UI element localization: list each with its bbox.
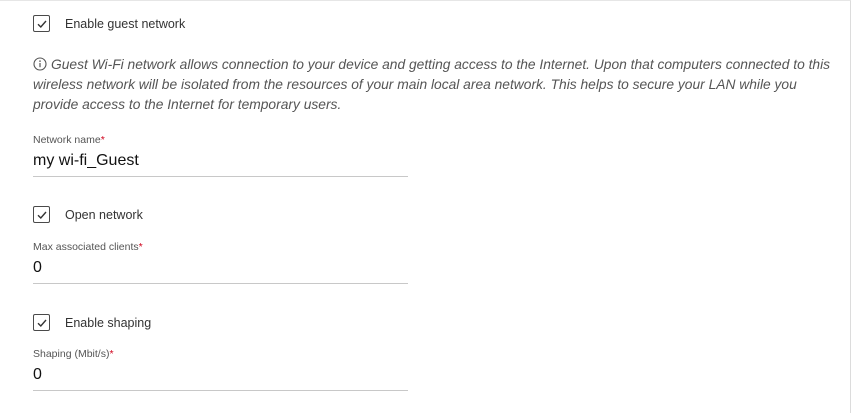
network-name-label: Network name*	[33, 134, 105, 146]
check-icon	[37, 20, 47, 28]
max-clients-field: Max associated clients*	[33, 241, 408, 284]
info-icon	[33, 57, 47, 71]
enable-shaping-checkbox[interactable]	[33, 314, 50, 331]
required-mark: *	[100, 134, 105, 146]
guest-network-info: Guest Wi-Fi network allows connection to…	[33, 55, 833, 115]
check-icon	[37, 211, 47, 219]
max-clients-label: Max associated clients*	[33, 241, 143, 253]
required-mark: *	[109, 348, 114, 360]
shaping-input[interactable]	[33, 366, 408, 391]
max-clients-input[interactable]	[33, 259, 408, 284]
enable-guest-network-row[interactable]: Enable guest network	[33, 15, 185, 32]
check-icon	[37, 319, 47, 327]
network-name-input[interactable]	[33, 152, 408, 177]
enable-guest-network-label: Enable guest network	[65, 16, 186, 31]
network-name-field: Network name*	[33, 134, 408, 177]
shaping-label: Shaping (Mbit/s)*	[33, 348, 114, 360]
guest-network-info-text: Guest Wi-Fi network allows connection to…	[33, 57, 831, 112]
shaping-field: Shaping (Mbit/s)*	[33, 348, 408, 391]
enable-shaping-row[interactable]: Enable shaping	[33, 314, 151, 331]
guest-network-settings-panel: Enable guest network Guest Wi-Fi network…	[0, 0, 851, 413]
enable-guest-network-checkbox[interactable]	[33, 15, 50, 32]
enable-shaping-label: Enable shaping	[65, 315, 152, 330]
open-network-label: Open network	[65, 207, 143, 222]
open-network-row[interactable]: Open network	[33, 206, 143, 223]
open-network-checkbox[interactable]	[33, 206, 50, 223]
required-mark: *	[138, 241, 143, 253]
